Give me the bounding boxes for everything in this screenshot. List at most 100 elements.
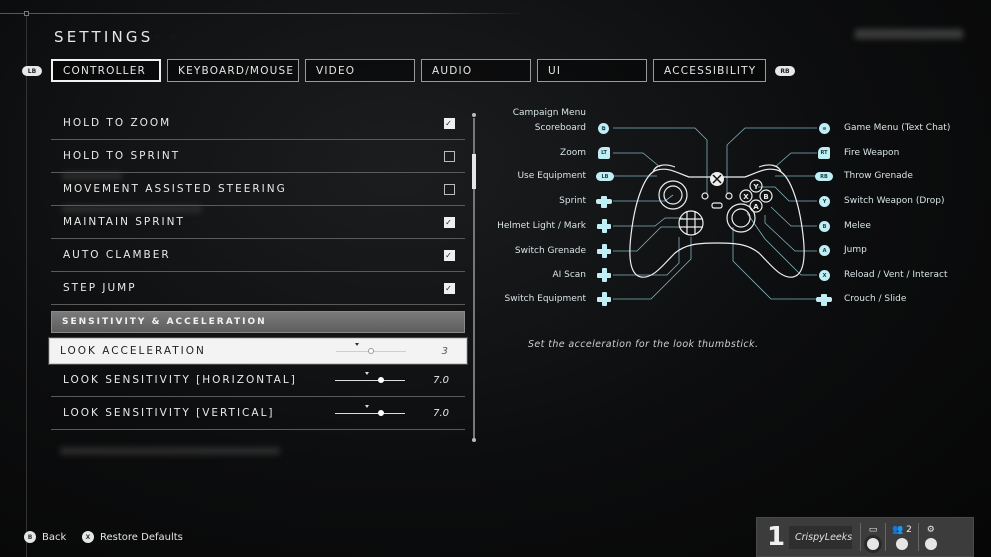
button-b-label: B [763,193,768,201]
setting-label: HOLD TO ZOOM [63,117,172,129]
mapping-label-scoreboard: Scoreboard [534,123,586,133]
tab-video[interactable]: VIDEO [305,59,415,82]
mapping-label-helmet-light: Helmet Light / Mark [497,221,586,231]
scrollbar[interactable] [472,118,476,440]
divider [885,523,886,551]
slider-thumb[interactable] [368,348,374,354]
slider-default-marker [364,405,369,408]
dpad-left-icon [597,244,611,258]
checkbox[interactable]: ✓ [444,283,455,294]
callout-line-zoom [613,152,661,168]
gear-icon: ⚙ [926,524,935,535]
share-button [711,202,723,209]
menu-button-icon: ≡ [819,123,830,134]
view-button-icon: ⧉ [598,123,609,134]
back-button[interactable]: B Back [24,531,66,543]
checkbox[interactable] [444,184,455,195]
slider[interactable] [335,397,405,429]
button-y-label: Y [752,183,759,191]
settings-list: HOLD TO ZOOM ✓ HOLD TO SPRINT MOVEMENT A… [49,107,467,430]
lb-bumper-hint[interactable]: LB [22,66,42,76]
blurred-background-text [60,447,280,455]
slider[interactable] [336,339,406,363]
checkbox[interactable]: ✓ [444,118,455,129]
dpad-down-icon [597,268,611,282]
dpad-up-icon [597,219,611,233]
setting-label: STEP JUMP [63,282,137,294]
mapping-label-sprint: Sprint [559,196,586,206]
checkbox[interactable]: ✓ [444,217,455,228]
menu-button-icon [924,537,937,550]
page-title: SETTINGS [54,28,154,46]
mapping-label-use-equipment: Use Equipment [517,171,586,181]
callout-line-melee [770,206,817,227]
setting-auto-clamber[interactable]: AUTO CLAMBER ✓ [51,239,465,272]
setting-description: Set the acceleration for the look thumbs… [528,339,759,350]
checkbox[interactable]: ✓ [444,250,455,261]
frame-corner [24,11,29,16]
blurred-background-text: · · [155,28,179,46]
mapping-label-melee: Melee [844,221,871,231]
view-button-icon [895,537,908,550]
mapping-label-switch-weapon: Switch Weapon (Drop) [844,196,945,206]
x-button-icon: X [82,531,94,543]
tab-ui[interactable]: UI [537,59,647,82]
setting-step-jump[interactable]: STEP JUMP ✓ [51,272,465,305]
dpad-right-icon [597,292,611,306]
frame-line-vertical [26,13,27,557]
callout-line-ai-scan [613,237,680,276]
mapping-label-switch-equipment: Switch Equipment [504,294,586,304]
callout-line-game-menu [726,127,817,193]
callout-lines [613,127,817,300]
rb-bumper-icon: RB [815,172,833,181]
scroll-down-arrow[interactable] [472,438,476,442]
slider-value: 3 [441,345,448,357]
blurred-background-text [855,29,963,39]
slider-thumb[interactable] [377,377,384,383]
chat-button[interactable]: ▭ [867,525,879,550]
chat-icon: ▭ [868,524,878,535]
slider-value: 7.0 [433,374,449,386]
mapping-label-fire-weapon: Fire Weapon [844,148,900,158]
setting-label: MAINTAIN SPRINT [63,216,185,228]
party-button[interactable]: 👥 2 [892,525,912,550]
setting-hold-to-sprint[interactable]: HOLD TO SPRINT [51,140,465,173]
tab-audio[interactable]: AUDIO [421,59,531,82]
mapping-label-game-menu: Game Menu (Text Chat) [844,123,951,133]
tab-controller[interactable]: CONTROLLER [51,59,161,82]
setting-maintain-sprint[interactable]: MAINTAIN SPRINT ✓ [51,206,465,239]
rb-bumper-hint[interactable]: RB [775,66,795,76]
slider-value: 7.0 [433,407,449,419]
callout-line-jump [764,215,817,252]
mapping-label-reload: Reload / Vent / Interact [844,270,948,280]
slider[interactable] [335,364,405,396]
setting-hold-to-zoom[interactable]: HOLD TO ZOOM ✓ [51,107,465,140]
tab-keyboard-mouse[interactable]: KEYBOARD/MOUSE [167,59,299,82]
setting-label: LOOK SENSITIVITY [HORIZONTAL] [63,374,297,386]
scroll-up-arrow[interactable] [472,113,476,117]
restore-defaults-label: Restore Defaults [100,531,183,543]
slider-thumb[interactable] [377,410,384,416]
settings-button[interactable]: ⚙ [924,524,937,550]
mapping-label-throw-grenade: Throw Grenade [844,171,913,181]
checkbox[interactable] [444,151,455,162]
setting-look-sensitivity-horizontal[interactable]: LOOK SENSITIVITY [HORIZONTAL] 7.0 [51,364,465,397]
setting-movement-assisted-steering[interactable]: MOVEMENT ASSISTED STEERING [51,173,465,206]
restore-defaults-button[interactable]: X Restore Defaults [82,531,183,543]
controller-diagram: Y X B A [613,127,817,300]
scrollbar-thumb[interactable] [472,154,476,189]
gamertag: CrispyLeeks [789,525,852,549]
tab-accessibility[interactable]: ACCESSIBILITY [653,59,766,82]
mapping-label-ai-scan: AI Scan [552,270,586,280]
left-stick-click-icon [596,196,612,208]
view-button [701,192,709,200]
callout-line-reload [746,212,817,276]
setting-look-sensitivity-vertical[interactable]: LOOK SENSITIVITY [VERTICAL] 7.0 [51,397,465,430]
setting-label: MOVEMENT ASSISTED STEERING [63,183,287,195]
b-button-icon: B [24,531,36,543]
menu-button [725,192,733,200]
setting-look-acceleration[interactable]: LOOK ACCELERATION 3 [49,338,467,364]
mapping-label-zoom: Zoom [560,148,586,158]
slider-default-marker [364,372,369,375]
slider-track [335,380,405,381]
